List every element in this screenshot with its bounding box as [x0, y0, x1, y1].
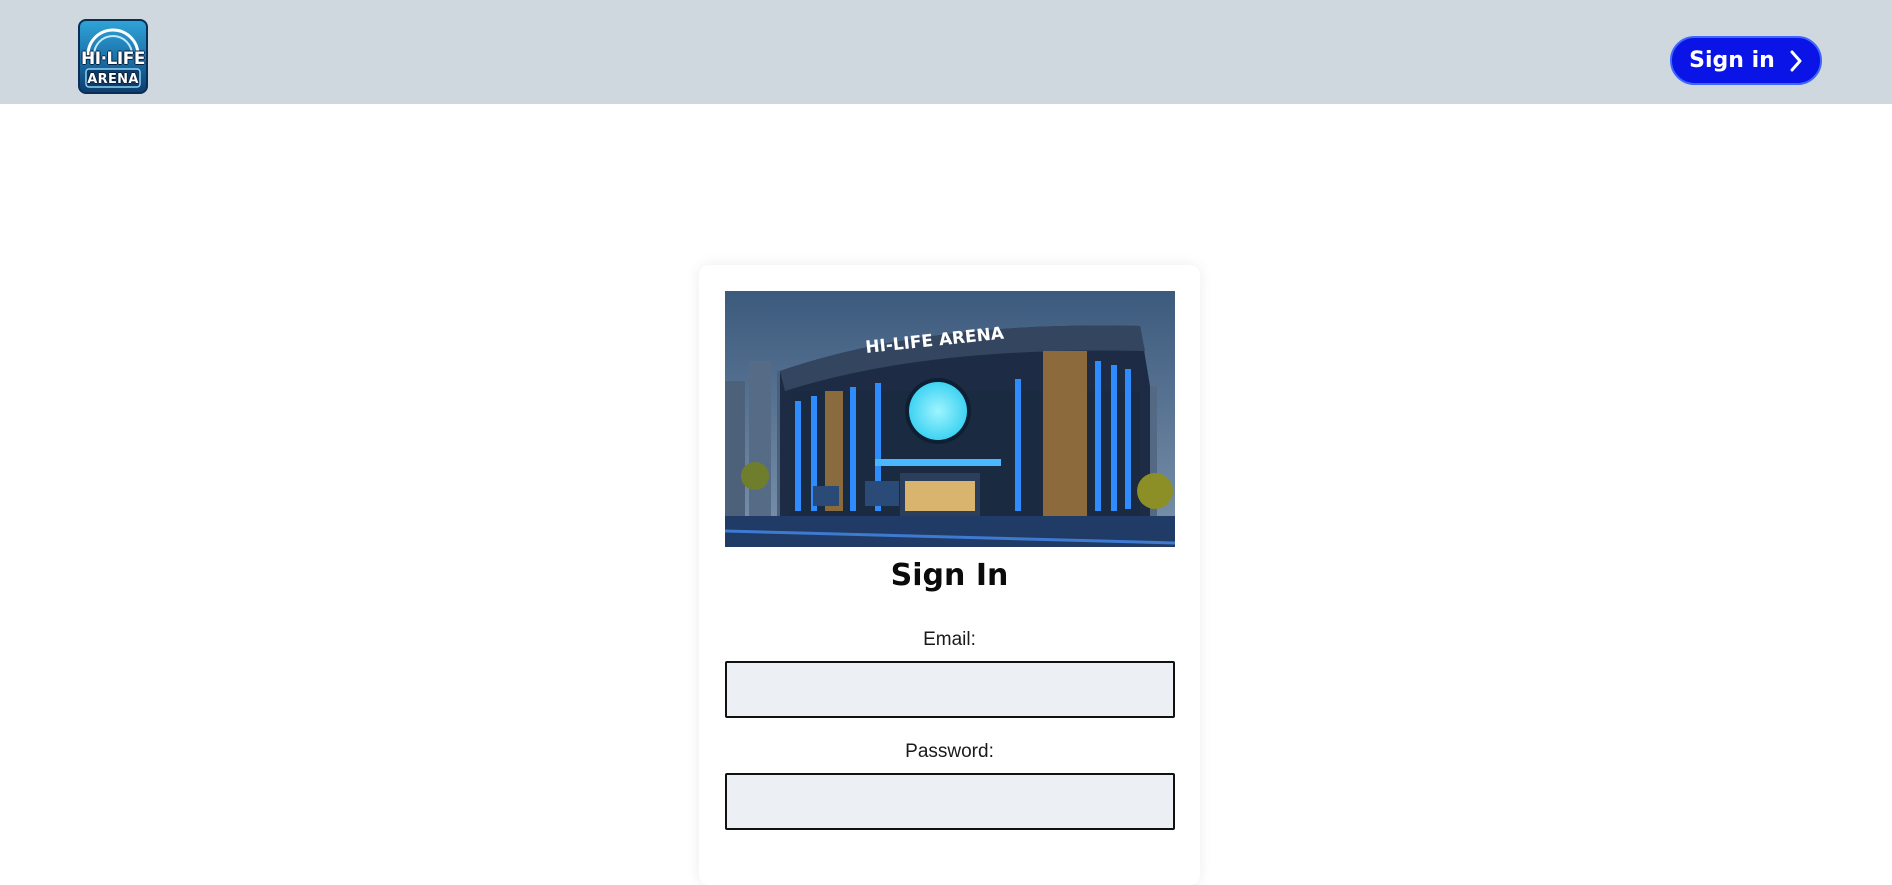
email-field[interactable]	[725, 661, 1175, 718]
header-sign-in-button[interactable]: Sign in	[1670, 36, 1822, 85]
arena-logo-icon[interactable]: HI·LIFE ARENA	[78, 19, 148, 94]
top-header: HI·LIFE ARENA Sign in	[0, 0, 1892, 104]
email-label: Email:	[923, 629, 976, 650]
arena-building-image: HI-LIFE ARENA	[725, 291, 1175, 547]
sign-in-button-label: Sign in	[1689, 48, 1775, 73]
chevron-right-icon	[1789, 50, 1803, 72]
logo-text-line1: HI·LIFE	[81, 49, 145, 69]
password-label: Password:	[905, 741, 994, 762]
logo-text-line2: ARENA	[87, 72, 139, 87]
sign-in-title: Sign In	[890, 558, 1009, 593]
password-field[interactable]	[725, 773, 1175, 830]
